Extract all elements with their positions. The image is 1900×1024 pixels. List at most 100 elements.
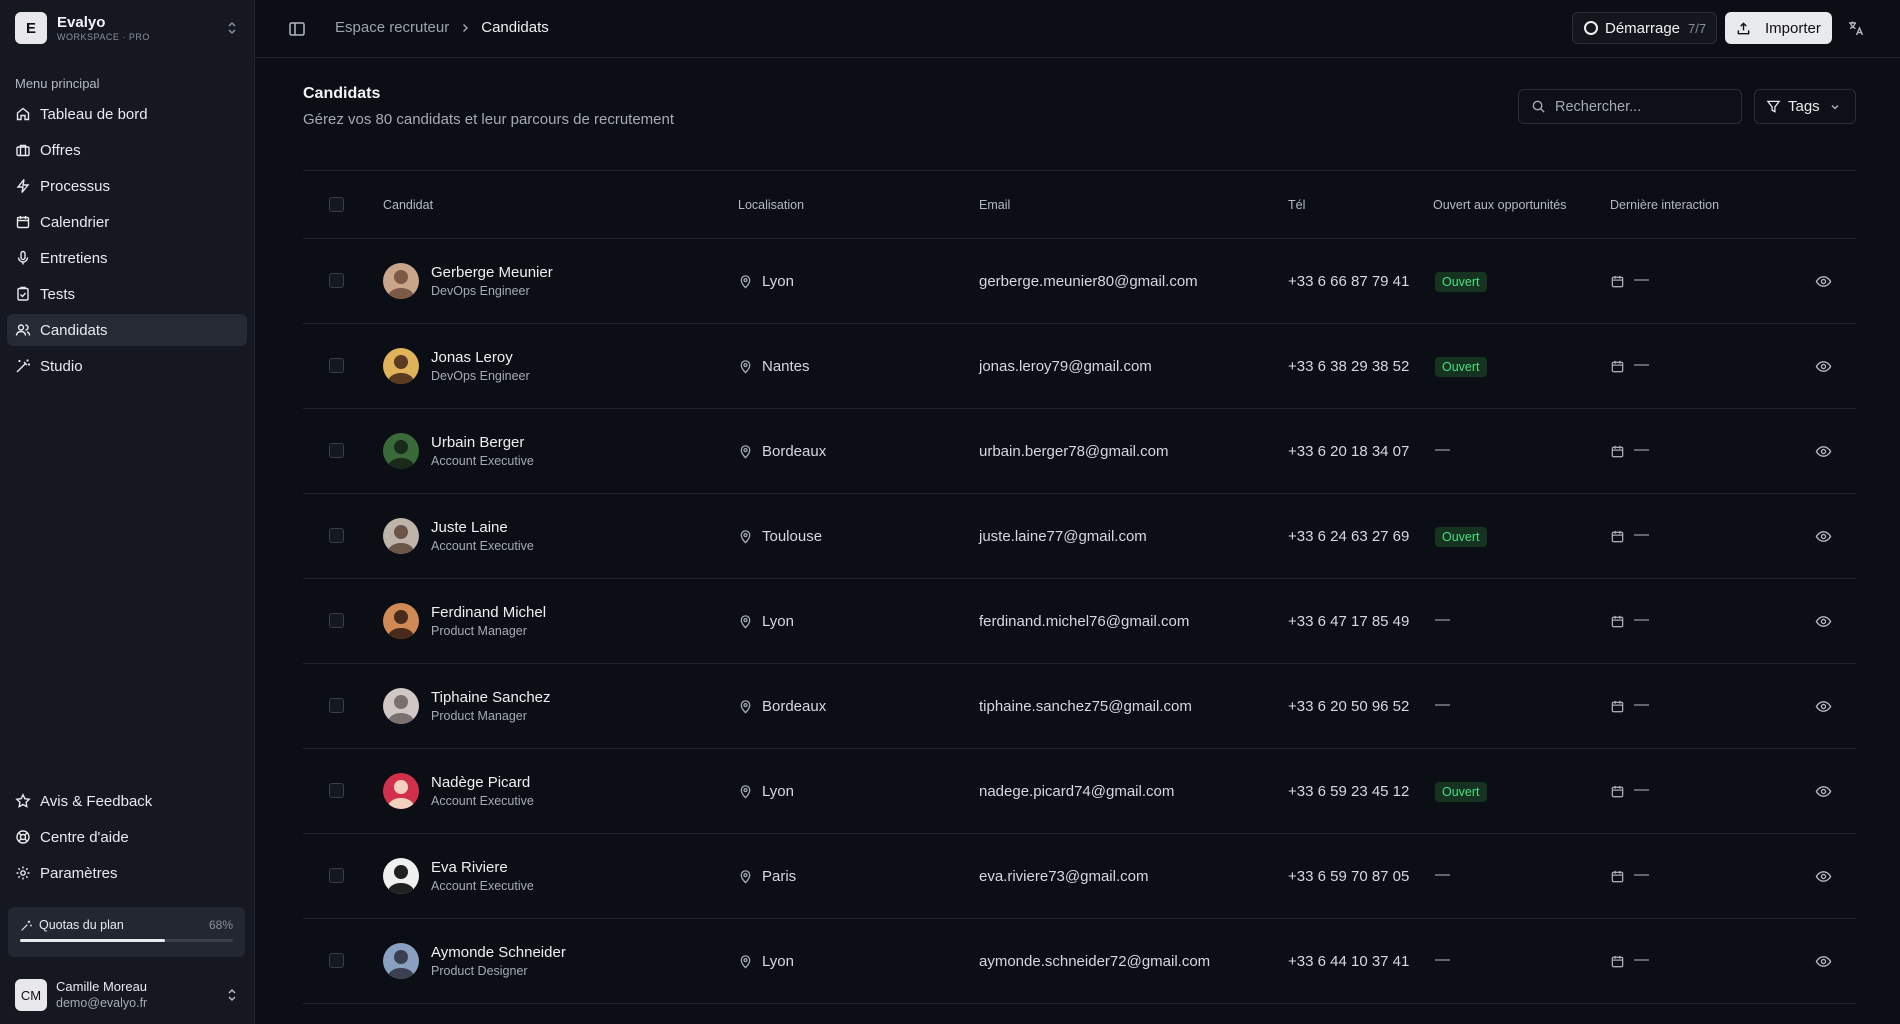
candidate-email: urbain.berger78@gmail.com xyxy=(979,443,1169,460)
users-icon xyxy=(15,324,31,336)
eye-icon[interactable] xyxy=(1815,868,1832,885)
candidate-name[interactable]: Urbain Berger xyxy=(431,434,524,451)
sidebar-item-settings[interactable]: Paramètres xyxy=(7,857,247,889)
row-checkbox[interactable] xyxy=(329,613,344,628)
sidebar-item-dashboard[interactable]: Tableau de bord xyxy=(7,98,247,130)
sidebar-toggle-icon[interactable] xyxy=(288,20,306,38)
avatar xyxy=(383,773,419,809)
workspace-switcher[interactable]: E Evalyo WORKSPACE · PRO xyxy=(15,12,240,44)
sidebar-item-studio[interactable]: Studio xyxy=(7,350,247,382)
sidebar-item-feedback[interactable]: Avis & Feedback xyxy=(7,785,247,817)
row-checkbox[interactable] xyxy=(329,783,344,798)
candidate-phone: +33 6 20 50 96 52 xyxy=(1288,698,1410,715)
eye-icon[interactable] xyxy=(1815,953,1832,970)
row-checkbox[interactable] xyxy=(329,868,344,883)
upload-icon xyxy=(1737,21,1750,34)
workspace-name: Evalyo xyxy=(57,13,106,31)
candidate-name[interactable]: Eva Riviere xyxy=(431,859,508,876)
candidate-location: Toulouse xyxy=(738,528,822,545)
breadcrumb-recruiter-space[interactable]: Espace recruteur xyxy=(335,19,449,36)
translate-icon[interactable] xyxy=(1847,19,1865,37)
candidate-name[interactable]: Aymonde Schneider xyxy=(431,944,566,961)
eye-icon[interactable] xyxy=(1815,613,1832,630)
eye-icon[interactable] xyxy=(1815,358,1832,375)
candidate-name[interactable]: Nadège Picard xyxy=(431,774,530,791)
tags-filter-button[interactable]: Tags xyxy=(1754,89,1856,124)
column-header-email[interactable]: Email xyxy=(979,198,1010,212)
candidate-name[interactable]: Ferdinand Michel xyxy=(431,604,546,621)
import-label: Importer xyxy=(1765,19,1821,37)
workspace-logo: E xyxy=(15,12,47,44)
last-interaction: — xyxy=(1634,951,1649,968)
quota-progress-fill xyxy=(20,939,165,942)
eye-icon[interactable] xyxy=(1815,443,1832,460)
avatar xyxy=(383,943,419,979)
table-row[interactable]: Nadège Picard Account Executive Lyon nad… xyxy=(303,749,1856,834)
user-menu[interactable]: CM Camille Moreau demo@evalyo.fr xyxy=(15,979,240,1011)
location-text: Lyon xyxy=(762,783,794,800)
row-checkbox[interactable] xyxy=(329,273,344,288)
table-row[interactable]: Eva Riviere Account Executive Paris eva.… xyxy=(303,834,1856,919)
sidebar-item-interviews[interactable]: Entretiens xyxy=(7,242,247,274)
sidebar-item-help[interactable]: Centre d'aide xyxy=(7,821,247,853)
search-input[interactable] xyxy=(1555,98,1730,115)
column-header-phone[interactable]: Tél xyxy=(1288,198,1305,212)
column-header-candidate[interactable]: Candidat xyxy=(383,198,433,212)
secondary-nav: Avis & Feedback Centre d'aide Paramètres xyxy=(7,785,247,893)
table-row[interactable]: Jonas Leroy DevOps Engineer Nantes jonas… xyxy=(303,324,1856,409)
table-row[interactable]: Juste Laine Account Executive Toulouse j… xyxy=(303,494,1856,579)
sidebar-item-processes[interactable]: Processus xyxy=(7,170,247,202)
table-row[interactable]: Gerberge Meunier DevOps Engineer Lyon ge… xyxy=(303,239,1856,324)
getting-started-button[interactable]: Démarrage 7/7 xyxy=(1572,12,1717,44)
location-text: Lyon xyxy=(762,613,794,630)
sidebar-item-label: Processus xyxy=(40,177,111,195)
eye-icon[interactable] xyxy=(1815,783,1832,800)
row-checkbox[interactable] xyxy=(329,698,344,713)
status-badge: Ouvert xyxy=(1435,272,1487,292)
sidebar-item-calendar[interactable]: Calendrier xyxy=(7,206,247,238)
calendar-icon xyxy=(1611,955,1624,968)
calendar-icon xyxy=(1611,785,1624,798)
sidebar-item-tests[interactable]: Tests xyxy=(7,278,247,310)
table-row[interactable]: Ferdinand Michel Product Manager Lyon fe… xyxy=(303,579,1856,664)
row-checkbox[interactable] xyxy=(329,443,344,458)
candidate-email: aymonde.schneider72@gmail.com xyxy=(979,953,1211,970)
eye-icon[interactable] xyxy=(1815,698,1832,715)
candidate-location: Bordeaux xyxy=(738,443,826,460)
column-header-location[interactable]: Localisation xyxy=(738,198,804,212)
eye-icon[interactable] xyxy=(1815,273,1832,290)
candidate-name[interactable]: Jonas Leroy xyxy=(431,349,513,366)
table-row[interactable]: Aymonde Schneider Product Designer Lyon … xyxy=(303,919,1856,1004)
progress-ring-icon xyxy=(1584,21,1598,35)
user-name: Camille Moreau xyxy=(56,979,148,994)
last-interaction: — xyxy=(1634,866,1649,883)
row-checkbox[interactable] xyxy=(329,953,344,968)
sidebar-item-offers[interactable]: Offres xyxy=(7,134,247,166)
candidate-name[interactable]: Juste Laine xyxy=(431,519,508,536)
select-all-checkbox[interactable] xyxy=(329,197,344,212)
calendar-icon xyxy=(1611,700,1624,713)
eye-icon[interactable] xyxy=(1815,528,1832,545)
plan-quota-card[interactable]: Quotas du plan 68% xyxy=(8,907,245,957)
sidebar-item-label: Candidats xyxy=(40,321,108,339)
candidate-name[interactable]: Tiphaine Sanchez xyxy=(431,689,551,706)
table-body: Gerberge Meunier DevOps Engineer Lyon ge… xyxy=(303,239,1856,1004)
column-header-last-interaction[interactable]: Dernière interaction xyxy=(1610,198,1719,212)
candidate-phone: +33 6 47 17 85 49 xyxy=(1288,613,1410,630)
row-checkbox[interactable] xyxy=(329,528,344,543)
open-status-empty: — xyxy=(1435,951,1450,968)
status-badge: Ouvert xyxy=(1435,357,1487,377)
sidebar-item-candidates[interactable]: Candidats xyxy=(7,314,247,346)
search-box[interactable] xyxy=(1518,89,1742,124)
table-row[interactable]: Urbain Berger Account Executive Bordeaux… xyxy=(303,409,1856,494)
getting-started-count: 7/7 xyxy=(1688,20,1707,36)
clipboard-check-icon xyxy=(17,286,29,301)
avatar xyxy=(383,603,419,639)
column-header-open-to-opportunities[interactable]: Ouvert aux opportunités xyxy=(1433,198,1566,212)
table-row[interactable]: Tiphaine Sanchez Product Manager Bordeau… xyxy=(303,664,1856,749)
row-checkbox[interactable] xyxy=(329,358,344,373)
last-interaction: — xyxy=(1634,356,1649,373)
candidate-name[interactable]: Gerberge Meunier xyxy=(431,264,553,281)
candidate-role: Account Executive xyxy=(431,794,534,808)
import-button[interactable]: Importer xyxy=(1725,12,1832,44)
